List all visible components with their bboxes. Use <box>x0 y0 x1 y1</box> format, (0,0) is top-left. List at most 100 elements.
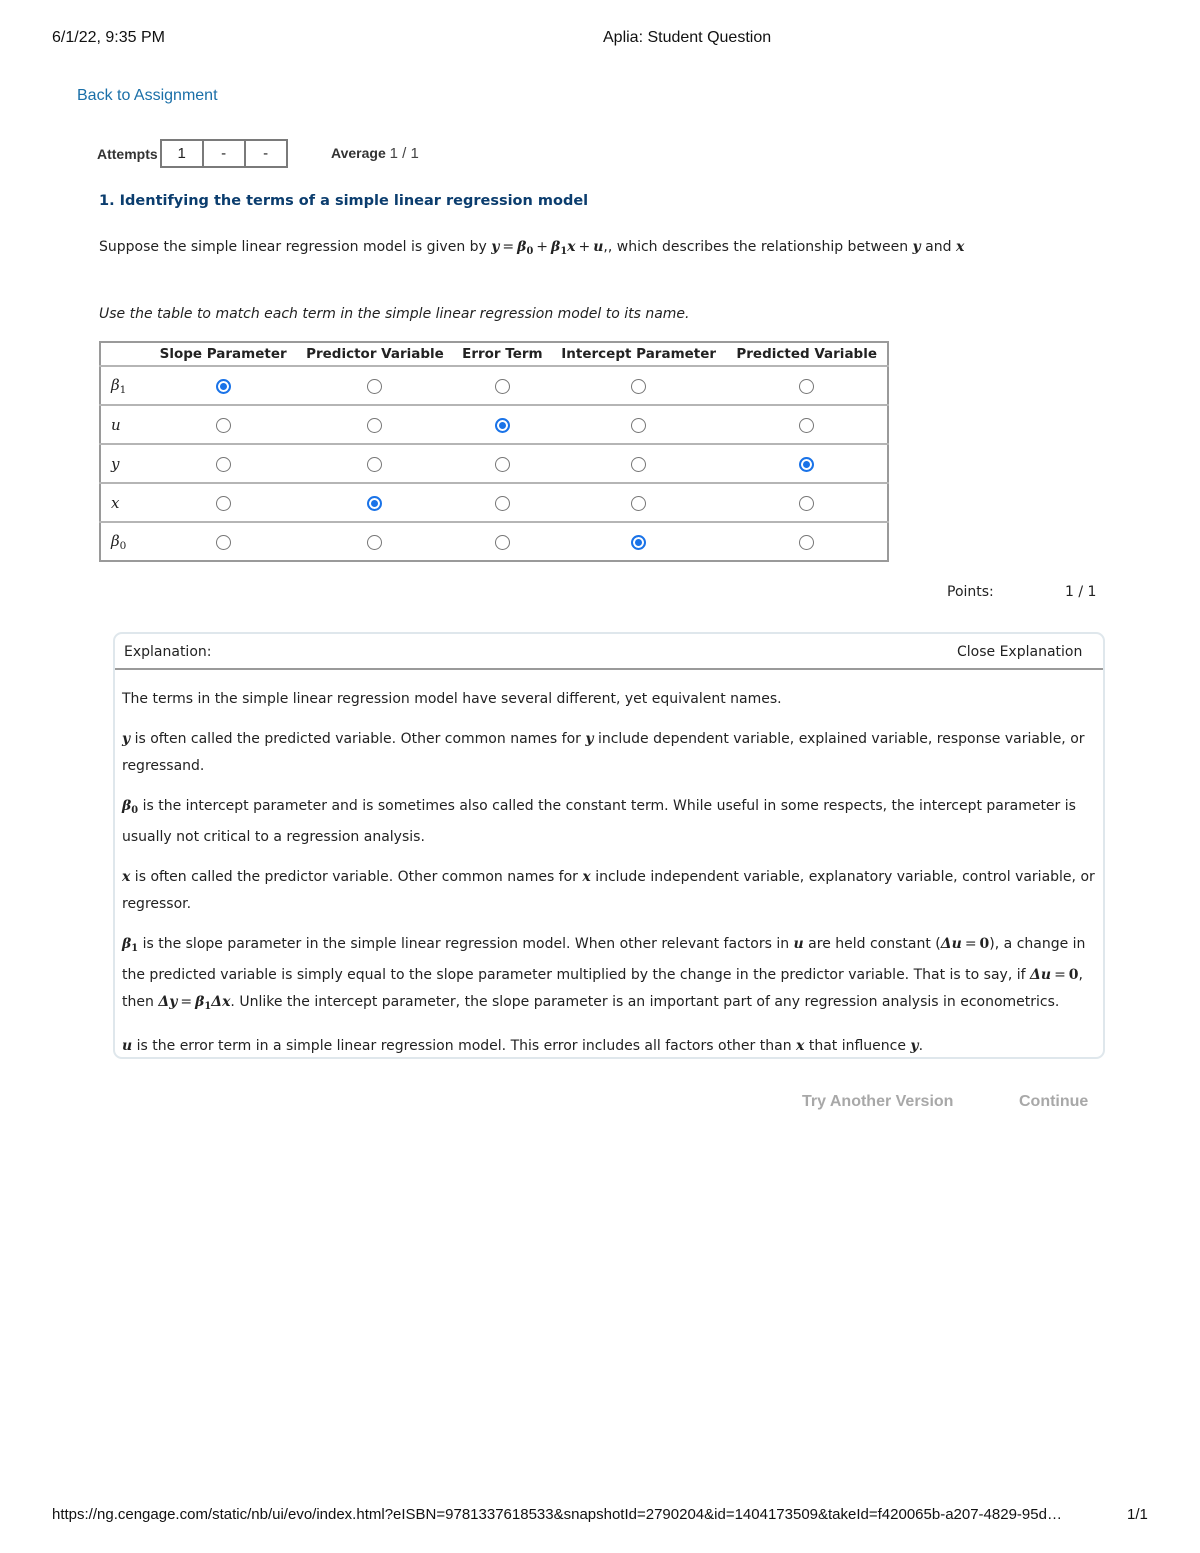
average-score: Average 1 / 1 <box>331 145 419 162</box>
column-header: Predictor Variable <box>306 346 444 362</box>
explanation-paragraph: x is often called the predictor variable… <box>122 869 1095 912</box>
radio-button[interactable] <box>367 496 383 511</box>
radio-button[interactable] <box>799 535 815 550</box>
radio-button[interactable] <box>631 496 647 511</box>
radio-cell <box>726 482 888 522</box>
radio-cell <box>150 443 297 483</box>
radio-cell <box>296 365 454 405</box>
column-header: Error Term <box>462 346 543 362</box>
attempt-box: - <box>201 139 246 168</box>
average-value: 1 / 1 <box>389 145 419 162</box>
radio-cell <box>150 482 297 522</box>
row-term-label: x <box>100 482 150 522</box>
matching-table: Slope Parameter Predictor Variable Error… <box>99 341 889 562</box>
question-prompt: Suppose the simple linear regression mod… <box>99 239 965 257</box>
table-header-row: Slope Parameter Predictor Variable Error… <box>100 342 888 366</box>
radio-cell <box>296 521 454 561</box>
radio-button[interactable] <box>494 379 510 394</box>
radio-cell <box>550 443 727 483</box>
radio-cell <box>550 404 727 444</box>
radio-cell <box>550 482 727 522</box>
question-instruction: Use the table to match each term in the … <box>99 306 690 322</box>
print-header: 6/1/22, 9:35 PM Aplia: Student Question <box>0 29 1200 49</box>
radio-button[interactable] <box>215 535 231 550</box>
row-term-label: β1 <box>100 365 150 405</box>
table-row: β0 <box>100 521 888 561</box>
math-x: x <box>955 239 965 255</box>
radio-cell <box>296 404 454 444</box>
continue-button[interactable]: Continue <box>1019 1093 1088 1111</box>
table-row: u <box>100 404 888 444</box>
radio-button[interactable] <box>215 496 231 511</box>
radio-button[interactable] <box>215 418 231 433</box>
print-page-title: Aplia: Student Question <box>603 29 772 46</box>
radio-button[interactable] <box>367 457 383 472</box>
radio-button[interactable] <box>494 418 510 433</box>
radio-cell <box>453 365 551 405</box>
radio-cell <box>453 404 551 444</box>
try-another-version-button[interactable]: Try Another Version <box>802 1093 953 1111</box>
radio-button[interactable] <box>494 535 510 550</box>
row-term-label: β0 <box>100 521 150 561</box>
radio-button[interactable] <box>494 496 510 511</box>
radio-button[interactable] <box>367 418 383 433</box>
radio-cell <box>550 365 727 405</box>
radio-cell <box>726 443 888 483</box>
radio-button[interactable] <box>799 457 815 472</box>
print-url: https://ng.cengage.com/static/nb/ui/evo/… <box>52 1506 1062 1523</box>
attempts-label: Attempts <box>97 145 158 162</box>
radio-cell <box>726 404 888 444</box>
explanation-body: The terms in the simple linear regressio… <box>115 670 1103 1060</box>
radio-button[interactable] <box>631 418 647 433</box>
print-page-number: 1/1 <box>1127 1506 1148 1523</box>
close-explanation-button[interactable]: Close Explanation <box>957 644 1082 660</box>
radio-cell <box>150 365 297 405</box>
radio-cell <box>150 404 297 444</box>
row-term-label: y <box>100 443 150 483</box>
model-equation: y = β0 + β1x + u <box>491 239 604 257</box>
print-datetime: 6/1/22, 9:35 PM <box>52 29 165 46</box>
column-header: Intercept Parameter <box>561 346 717 362</box>
attempt-box: - <box>243 139 288 168</box>
points-label: Points: <box>947 584 994 600</box>
radio-button[interactable] <box>799 418 815 433</box>
print-footer: https://ng.cengage.com/static/nb/ui/evo/… <box>0 1506 1200 1526</box>
radio-button[interactable] <box>215 457 231 472</box>
question-title: 1. Identifying the terms of a simple lin… <box>99 193 589 209</box>
row-term-label: u <box>100 404 150 444</box>
column-header: Slope Parameter <box>159 346 287 362</box>
radio-button[interactable] <box>631 535 647 550</box>
explanation-paragraph: β0 is the intercept parameter and is som… <box>122 798 1076 845</box>
explanation-panel: Explanation: Close Explanation The terms… <box>113 632 1105 1059</box>
radio-cell <box>453 482 551 522</box>
radio-cell <box>550 521 727 561</box>
explanation-paragraph: u is the error term in a simple linear r… <box>122 1038 924 1054</box>
table-row: x <box>100 482 888 522</box>
table-row: β1 <box>100 365 888 405</box>
radio-button[interactable] <box>799 496 815 511</box>
explanation-paragraph: y is often called the predicted variable… <box>122 731 1085 774</box>
radio-cell <box>150 521 297 561</box>
radio-button[interactable] <box>215 379 231 394</box>
corner-cell <box>100 342 150 366</box>
prompt-text: Suppose the simple linear regression mod… <box>99 239 492 255</box>
table-row: y <box>100 443 888 483</box>
radio-cell <box>726 365 888 405</box>
radio-button[interactable] <box>367 379 383 394</box>
radio-button[interactable] <box>631 457 647 472</box>
column-header: Predicted Variable <box>736 346 877 362</box>
attempts-tracker: Attempts 1 - - <box>97 139 288 168</box>
radio-button[interactable] <box>799 379 815 394</box>
radio-button[interactable] <box>631 379 647 394</box>
math-y: y <box>912 239 921 255</box>
radio-button[interactable] <box>494 457 510 472</box>
radio-cell <box>453 521 551 561</box>
back-to-assignment-link[interactable]: Back to Assignment <box>77 87 218 105</box>
explanation-title: Explanation: <box>124 644 212 660</box>
explanation-paragraph: The terms in the simple linear regressio… <box>122 691 782 707</box>
radio-button[interactable] <box>367 535 383 550</box>
points-value: 1 / 1 <box>1065 584 1097 600</box>
explanation-paragraph: β1 is the slope parameter in the simple … <box>122 936 1086 1012</box>
average-label: Average <box>331 145 386 161</box>
radio-cell <box>296 482 454 522</box>
